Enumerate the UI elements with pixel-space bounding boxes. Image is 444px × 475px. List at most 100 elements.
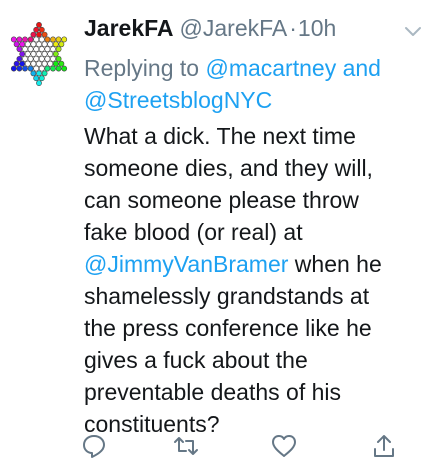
avatar-dot (38, 75, 45, 82)
avatar-dot (22, 46, 28, 53)
avatar-dot (36, 60, 42, 67)
avatar-dot (50, 36, 56, 43)
avatar-dot (50, 55, 56, 62)
retweet-icon (174, 437, 198, 455)
text-line: can someone please throw (84, 187, 359, 213)
text-line: shamelessly grandstands at (84, 283, 370, 309)
avatar-dot (22, 36, 28, 43)
avatar-dot (27, 55, 34, 62)
mention-jimmyvanbramer[interactable]: @JimmyVanBramer (84, 251, 288, 277)
avatar-dot (44, 55, 51, 62)
tweet-text: What a dick. The next time someone dies,… (84, 120, 434, 440)
avatar-dot (19, 60, 26, 67)
avatar-dot (30, 70, 37, 77)
avatar-dot (16, 46, 23, 53)
avatar-dot (47, 60, 54, 67)
avatar-dot (55, 65, 62, 72)
tweet-header: JarekFA @JarekFA·10h (84, 10, 434, 46)
text-line: the press conference like he (84, 315, 372, 341)
avatar-dot (16, 36, 23, 43)
share-icon (374, 435, 394, 457)
avatar-dot (52, 51, 59, 57)
avatar-dot (55, 55, 62, 62)
avatar-dot (19, 51, 26, 57)
avatar-dot (44, 36, 51, 43)
avatar-dot (50, 46, 56, 53)
share-button[interactable] (368, 430, 400, 462)
avatar-dot (30, 31, 37, 38)
like-button[interactable] (268, 430, 300, 462)
avatar-dot (55, 46, 62, 53)
avatar-dot (36, 41, 42, 48)
timestamp[interactable]: 10h (298, 15, 336, 41)
avatar-dot (36, 31, 42, 38)
avatar-dot (24, 60, 31, 67)
avatar-dot (38, 46, 45, 53)
text-line: gives a fuck about the (84, 347, 308, 373)
avatar-dot (33, 55, 40, 62)
avatar-dot (27, 36, 34, 43)
avatar-dot (47, 41, 54, 48)
text-line: What a dick. The next time (84, 123, 356, 149)
text-line: preventable deaths of his (84, 379, 342, 405)
avatar-dot (27, 46, 34, 53)
rainbow-star-of-david-icon (10, 21, 68, 86)
avatar-dot (36, 70, 42, 77)
avatar-dot (16, 55, 23, 62)
avatar-dot (16, 65, 23, 72)
text-line: fake blood (or real) at (84, 219, 303, 245)
avatar-dot (36, 51, 42, 57)
avatar-dot (44, 46, 51, 53)
avatar-dot (19, 41, 26, 48)
avatar-dot (41, 51, 48, 57)
avatar-dot (22, 55, 28, 62)
avatar-dot (10, 36, 17, 43)
avatar-dot (52, 41, 59, 48)
avatar-dot (38, 26, 45, 33)
reply-mention-macartney[interactable]: @macartney (205, 55, 336, 81)
avatar-dot (30, 51, 37, 57)
avatar-dot (38, 36, 45, 43)
replying-prefix: Replying to (84, 55, 200, 81)
avatar-dot (33, 75, 40, 82)
avatar-dot (13, 41, 20, 48)
avatar-dot (22, 65, 28, 72)
tweet-actions (78, 430, 418, 462)
avatar-dot (24, 51, 31, 57)
avatar-dot (55, 36, 62, 43)
avatar-dot (50, 65, 56, 72)
avatar-dot (38, 65, 45, 72)
avatar-dot (30, 60, 37, 67)
retweet-button[interactable] (170, 430, 202, 462)
avatar-dot (33, 26, 40, 33)
avatar-dot (61, 36, 68, 43)
text-fragment: when he (288, 251, 382, 277)
avatar-dot (36, 21, 42, 28)
avatar-dot (10, 65, 17, 72)
avatar-dot (41, 70, 48, 77)
reply-mention-streetsblognyc[interactable]: @StreetsblogNYC (84, 87, 272, 113)
avatar-dot (61, 65, 68, 72)
display-name[interactable]: JarekFA (84, 15, 174, 41)
avatar-dot (30, 41, 37, 48)
text-line: someone dies, and they will, (84, 155, 373, 181)
tweet-content: JarekFA @JarekFA·10h Replying to @macartn… (84, 10, 434, 440)
avatar-dot (58, 60, 65, 67)
user-handle[interactable]: @JarekFA (180, 15, 288, 41)
avatar-dot (13, 60, 20, 67)
avatar-dot (41, 31, 48, 38)
avatar-dot (58, 41, 65, 48)
avatar-dot (41, 41, 48, 48)
avatar-dot (36, 80, 42, 86)
replying-to: Replying to @macartney and @StreetsblogN… (84, 52, 434, 116)
text-line: @JimmyVanBramer when he (84, 248, 434, 280)
reply-button[interactable] (78, 430, 110, 462)
avatar[interactable] (2, 16, 76, 92)
avatar-dot (24, 41, 31, 48)
avatar-dot (41, 60, 48, 67)
avatar-dot (33, 46, 40, 53)
avatar-dot (47, 51, 54, 57)
heart-icon (272, 435, 296, 457)
avatar-dot (44, 65, 51, 72)
avatar-dot (33, 36, 40, 43)
